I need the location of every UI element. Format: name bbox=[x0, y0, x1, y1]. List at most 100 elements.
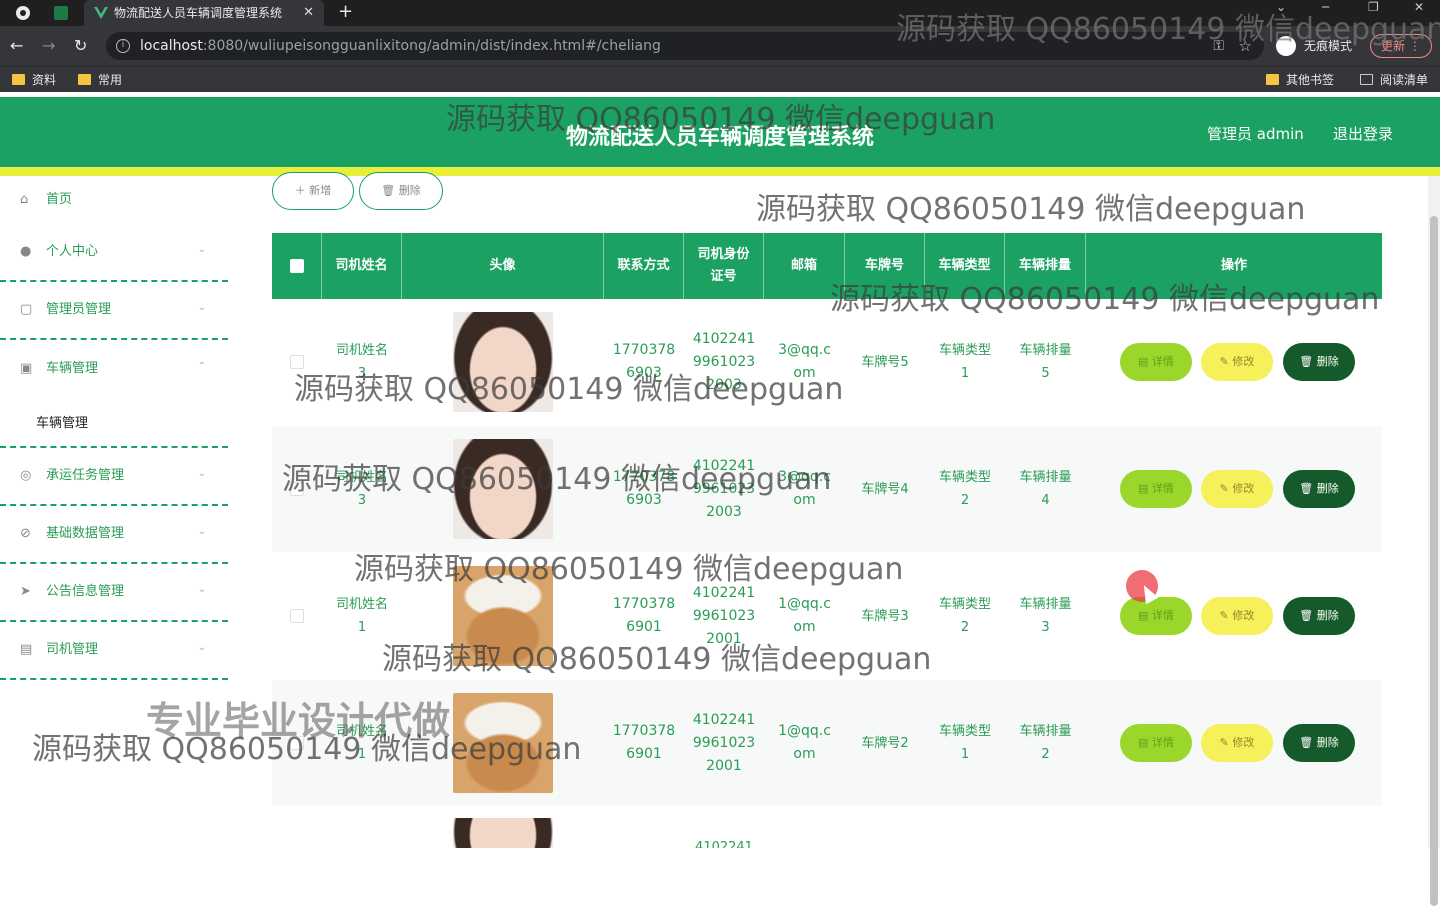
row-checkbox[interactable] bbox=[290, 482, 304, 496]
delete-button[interactable]: 🗑 删除 bbox=[359, 172, 443, 210]
vehicle-type-cell: 车辆类型 1 bbox=[938, 343, 991, 381]
sidebar-item-task[interactable]: ◎ 承运任务管理 ⌄ bbox=[0, 448, 228, 506]
scrollbar-thumb[interactable] bbox=[1430, 216, 1438, 906]
update-button[interactable]: 更新 ⋮ bbox=[1370, 34, 1432, 58]
phone-cell: 1770378 6903 bbox=[612, 469, 676, 508]
sidebar-item-admin[interactable]: ▢ 管理员管理 ⌄ bbox=[0, 282, 228, 340]
chevron-down-icon: ⌄ bbox=[197, 526, 206, 537]
delete-row-button[interactable]: 🗑 删除 bbox=[1283, 343, 1355, 381]
table-row: 司机姓名 3 1770378 6903 4102241 9961023 2003 3@… bbox=[272, 426, 1382, 552]
reading-list[interactable]: 阅读清单 bbox=[1360, 67, 1428, 93]
bookmark-folder[interactable]: 常用 bbox=[78, 67, 122, 93]
chevron-down-icon: ⌄ bbox=[197, 468, 206, 479]
chevron-down-icon: ⌄ bbox=[197, 244, 206, 255]
driver-avatar[interactable] bbox=[453, 693, 553, 793]
column-header[interactable]: 头像 bbox=[402, 233, 604, 299]
detail-button[interactable]: ▤ 详情 bbox=[1120, 597, 1192, 635]
excel-tab-icon[interactable] bbox=[52, 4, 70, 22]
displacement-cell: 车辆排量 2 bbox=[1019, 724, 1072, 762]
column-header[interactable]: 车牌号 bbox=[845, 233, 925, 299]
password-key-icon[interactable]: ⚿ bbox=[1213, 32, 1224, 60]
column-header[interactable]: 邮箱 bbox=[764, 233, 845, 299]
sidebar-item-basedata[interactable]: ⊘ 基础数据管理 ⌄ bbox=[0, 506, 228, 564]
vue-logo-icon bbox=[94, 7, 108, 19]
maximize-icon[interactable]: ❐ bbox=[1368, 0, 1379, 14]
email-cell: 1@qq.c om bbox=[778, 723, 831, 762]
sidebar-subitem-vehicle[interactable]: 车辆管理 bbox=[0, 398, 228, 448]
edit-button[interactable]: ✎ 修改 bbox=[1201, 343, 1273, 381]
sidebar-item-driver[interactable]: ▤ 司机管理 ⌄ bbox=[0, 622, 228, 680]
back-icon[interactable]: ← bbox=[10, 36, 23, 55]
add-button[interactable]: ＋ 新增 bbox=[272, 172, 354, 210]
reading-list-icon bbox=[1360, 74, 1373, 85]
bookmark-star-icon[interactable]: ☆ bbox=[1239, 32, 1252, 60]
delete-row-button[interactable]: 🗑 删除 bbox=[1283, 597, 1355, 635]
detail-button[interactable]: ▤ 详情 bbox=[1120, 470, 1192, 508]
phone-cell: 1770378 6901 bbox=[612, 596, 676, 635]
logout-link[interactable]: 退出登录 bbox=[1333, 123, 1393, 144]
forward-icon[interactable]: → bbox=[42, 36, 55, 55]
phone-cell: 1770378 6901 bbox=[612, 723, 676, 762]
driver-avatar[interactable] bbox=[453, 439, 553, 539]
folder-icon bbox=[12, 74, 25, 85]
driver-name-cell: 司机姓名 1 bbox=[335, 597, 388, 635]
delete-row-button[interactable]: 🗑 删除 bbox=[1283, 724, 1355, 762]
edit-button[interactable]: ✎ 修改 bbox=[1201, 724, 1273, 762]
column-header[interactable]: 车辆类型 bbox=[925, 233, 1005, 299]
chevron-down-icon: ⌄ bbox=[197, 642, 206, 653]
select-all-checkbox[interactable] bbox=[289, 259, 304, 273]
column-header[interactable]: 车辆排量 bbox=[1005, 233, 1086, 299]
table-row: 4102241 bbox=[272, 808, 1382, 848]
sidebar-item-label: 管理员管理 bbox=[46, 302, 112, 317]
delete-row-button[interactable]: 🗑 删除 bbox=[1283, 470, 1355, 508]
driver-avatar[interactable] bbox=[453, 818, 553, 848]
admin-icon: ▢ bbox=[20, 302, 33, 317]
detail-button[interactable]: ▤ 详情 bbox=[1120, 343, 1192, 381]
driver-name-cell: 司机姓名 3 bbox=[335, 470, 388, 508]
row-checkbox[interactable] bbox=[290, 609, 304, 623]
vehicle-type-cell: 车辆类型 1 bbox=[938, 724, 991, 762]
row-check-cell bbox=[272, 299, 322, 425]
row-checkbox[interactable] bbox=[290, 355, 304, 369]
page-scrollbar[interactable] bbox=[1428, 176, 1440, 906]
site-info-icon[interactable]: i bbox=[116, 39, 130, 53]
sidebar-item-home[interactable]: ⌂ 首页 bbox=[0, 176, 228, 224]
new-tab-icon[interactable]: + bbox=[338, 1, 353, 22]
tab-close-icon[interactable]: ✕ bbox=[303, 0, 314, 26]
sidebar-item-notice[interactable]: ➤ 公告信息管理 ⌄ bbox=[0, 564, 228, 622]
close-window-icon[interactable]: ✕ bbox=[1414, 0, 1424, 14]
detail-button[interactable]: ▤ 详情 bbox=[1120, 724, 1192, 762]
column-header[interactable]: 司机姓名 bbox=[322, 233, 402, 299]
sidebar-item-profile[interactable]: ● 个人中心 ⌄ bbox=[0, 224, 228, 282]
bookmark-label: 资料 bbox=[32, 73, 57, 87]
driver-avatar[interactable] bbox=[453, 566, 553, 666]
vehicle-type-cell: 车辆类型 2 bbox=[938, 470, 991, 508]
bookmark-label: 其他书签 bbox=[1286, 73, 1335, 87]
tab-search-icon[interactable]: ⌄ bbox=[1276, 0, 1286, 14]
minimize-icon[interactable]: ─ bbox=[1322, 0, 1329, 14]
reload-icon[interactable]: ↻ bbox=[74, 36, 87, 55]
column-header[interactable]: 司机身份 证号 bbox=[684, 233, 764, 299]
column-header: 操作 bbox=[1220, 258, 1247, 273]
table-header: 司机姓名 头像 联系方式 司机身份 证号 邮箱 车牌号 车辆类型 车辆排量 操作 bbox=[272, 233, 1382, 299]
avatar-cell bbox=[402, 553, 604, 679]
active-tab[interactable]: 物流配送人员车辆调度管理系统 ✕ bbox=[84, 0, 324, 26]
column-header[interactable]: 联系方式 bbox=[604, 233, 684, 299]
edit-button[interactable]: ✎ 修改 bbox=[1201, 470, 1273, 508]
sidebar-item-vehicle[interactable]: ▣ 车辆管理 ⌃ bbox=[0, 340, 228, 398]
edit-button[interactable]: ✎ 修改 bbox=[1201, 597, 1273, 635]
driver-icon: ▤ bbox=[20, 642, 33, 657]
displacement-cell: 车辆排量 3 bbox=[1019, 597, 1072, 635]
other-bookmarks[interactable]: 其他书签 bbox=[1266, 67, 1334, 93]
sidebar-item-label: 首页 bbox=[46, 192, 73, 207]
url-input[interactable]: i localhost:8080/wuliupeisongguanlixiton… bbox=[106, 32, 1264, 60]
browser-menu-icon[interactable] bbox=[14, 4, 32, 22]
home-icon: ⌂ bbox=[20, 192, 29, 207]
plate-cell: 车牌号5 bbox=[861, 354, 909, 370]
bookmark-folder[interactable]: 资料 bbox=[12, 67, 56, 93]
table-row: 司机姓名 1 1770378 6901 4102241 9961023 2001 1@… bbox=[272, 553, 1382, 679]
admin-label: 管理员 admin bbox=[1207, 125, 1304, 143]
idcard-cell: 4102241 9961023 2001 bbox=[692, 584, 756, 647]
driver-avatar[interactable] bbox=[453, 312, 553, 412]
incognito-indicator[interactable]: 无痕模式 bbox=[1276, 34, 1352, 58]
